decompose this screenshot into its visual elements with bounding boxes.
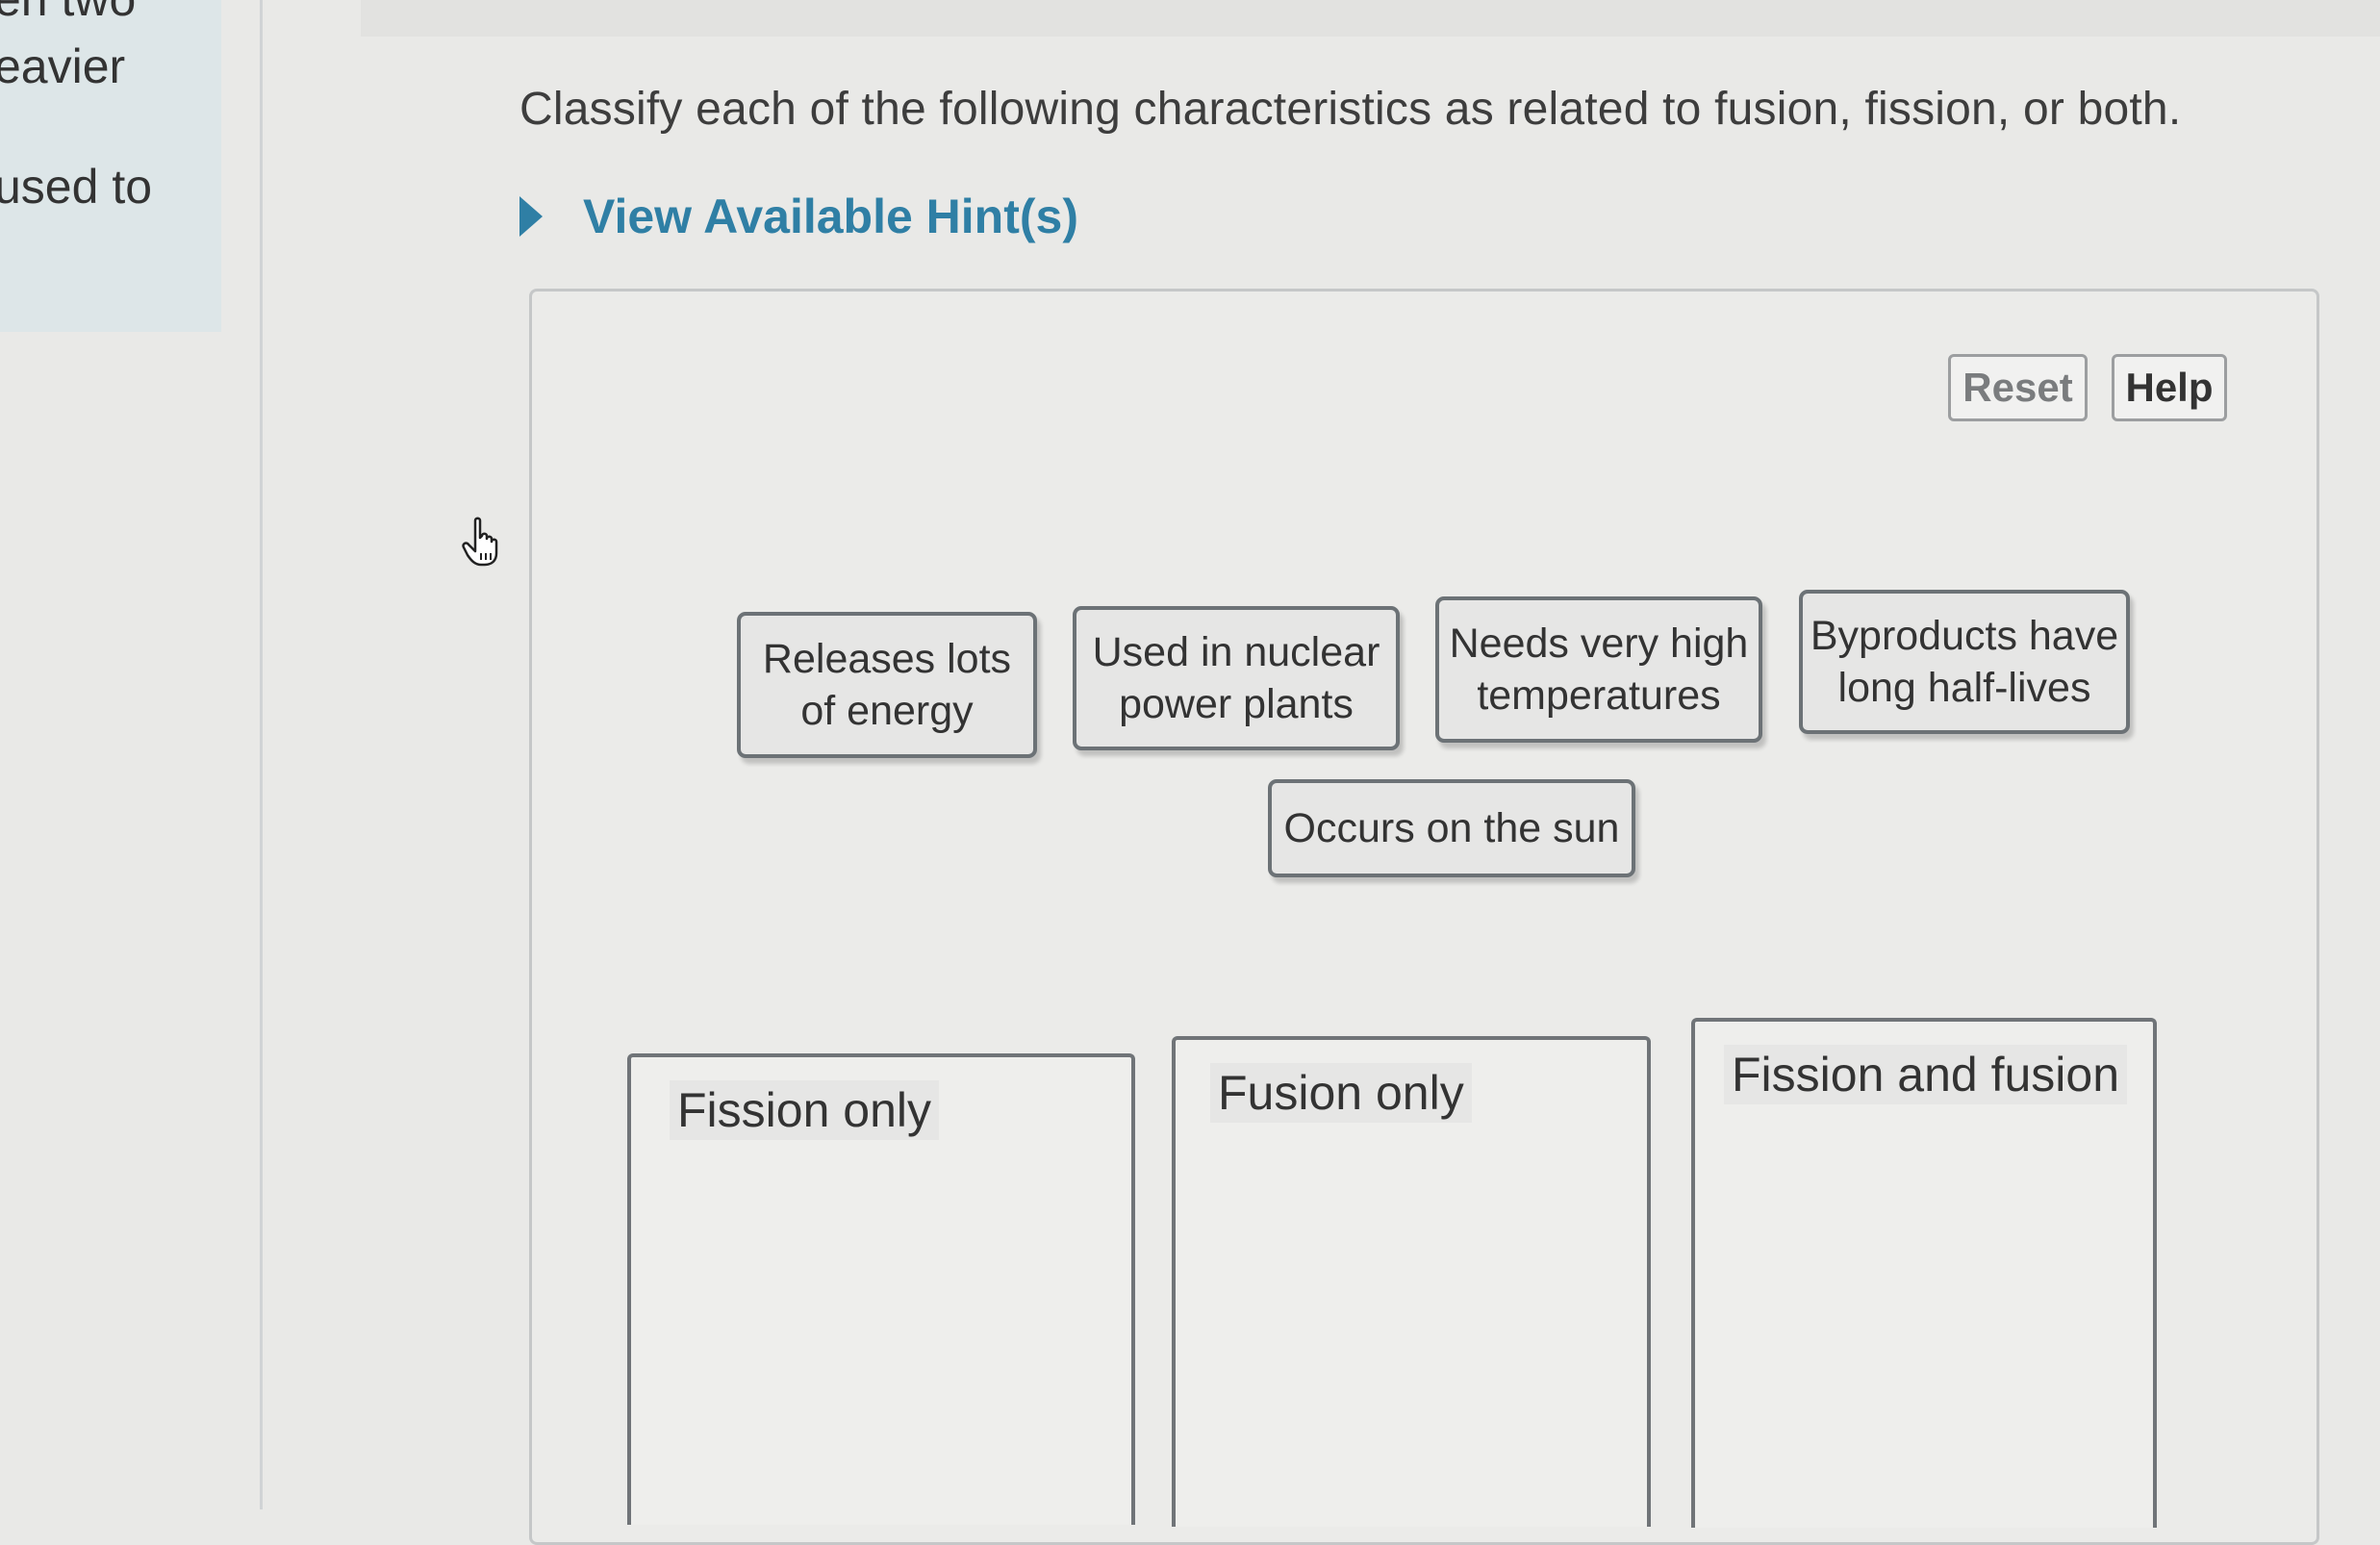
chip-label-line: power plants xyxy=(1119,681,1354,727)
triangle-right-icon xyxy=(519,196,543,237)
drop-bin-fission-only[interactable]: Fission only xyxy=(627,1053,1135,1525)
chip-label-line: Releases lots xyxy=(762,636,1012,682)
draggable-chip-byproducts-half-lives[interactable]: Byproducts have long half-lives xyxy=(1799,590,2130,734)
question-prompt: Classify each of the following character… xyxy=(519,84,2182,135)
chip-label-line: long half-lives xyxy=(1837,665,2091,711)
bin-label: Fission and fusion xyxy=(1724,1045,2128,1104)
chip-label-line: Occurs on the sun xyxy=(1283,805,1620,851)
view-hints-toggle[interactable]: View Available Hint(s) xyxy=(519,189,1078,244)
bin-label: Fusion only xyxy=(1210,1063,1472,1123)
draggable-chip-high-temperatures[interactable]: Needs very high temperatures xyxy=(1435,596,1762,743)
sidebar-text-line: eavier xyxy=(0,39,126,93)
top-strip xyxy=(361,0,2380,37)
chip-label-line: Byproducts have xyxy=(1810,613,2119,659)
hand-pointer-icon xyxy=(462,517,498,567)
draggable-chip-releases-energy[interactable]: Releases lots of energy xyxy=(737,612,1037,758)
column-divider xyxy=(260,0,263,1509)
drop-bin-fusion-only[interactable]: Fusion only xyxy=(1172,1036,1651,1527)
help-button[interactable]: Help xyxy=(2112,354,2227,421)
draggable-chip-occurs-on-sun[interactable]: Occurs on the sun xyxy=(1268,779,1635,877)
draggable-chip-nuclear-plants[interactable]: Used in nuclear power plants xyxy=(1073,606,1400,750)
reset-button[interactable]: Reset xyxy=(1948,354,2088,421)
chip-label-line: Used in nuclear xyxy=(1092,629,1380,675)
sidebar-text-line: en two xyxy=(0,0,136,27)
view-hints-label: View Available Hint(s) xyxy=(583,190,1078,243)
left-sidebar-panel: en two eavier used to xyxy=(0,0,221,332)
sidebar-text-line: used to xyxy=(0,160,153,214)
chip-label-line: Needs very high xyxy=(1449,621,1749,667)
chip-label-line: of energy xyxy=(800,688,974,734)
bin-label: Fission only xyxy=(670,1080,939,1140)
drop-bin-fission-and-fusion[interactable]: Fission and fusion xyxy=(1691,1018,2157,1528)
chip-label-line: temperatures xyxy=(1477,672,1721,719)
